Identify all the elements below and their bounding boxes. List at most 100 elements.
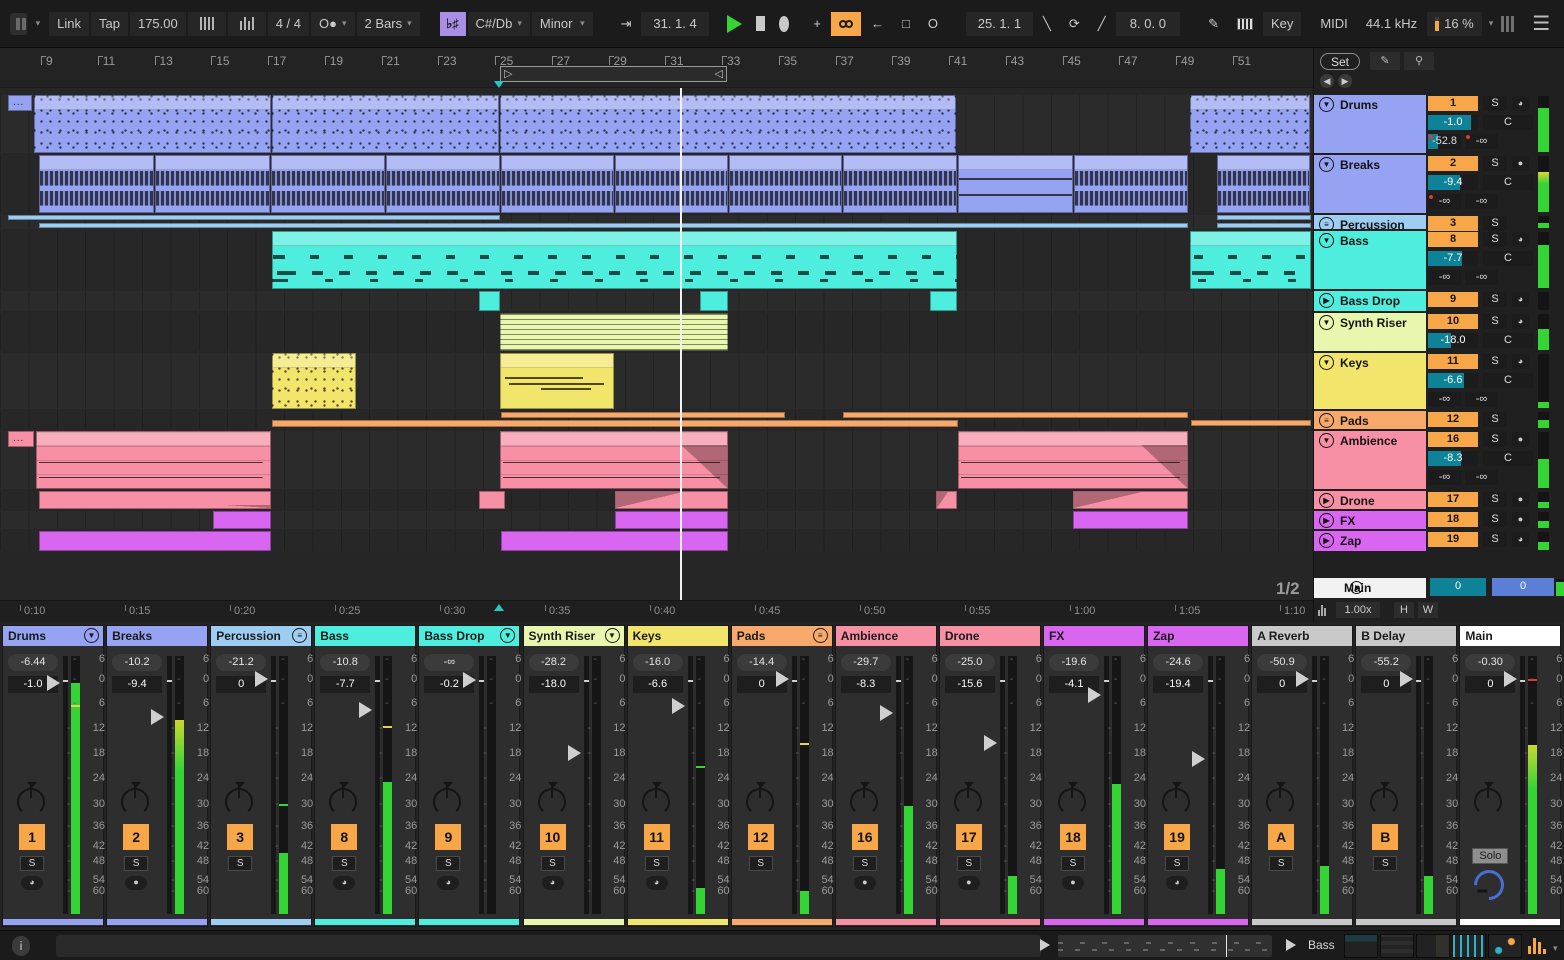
arm-icon[interactable]: ● xyxy=(1512,432,1529,447)
track-activator-button[interactable]: 12 xyxy=(747,824,774,850)
set-marker-button[interactable]: Set xyxy=(1320,53,1360,70)
clip[interactable] xyxy=(36,431,271,489)
device-thumbnail[interactable] xyxy=(1344,934,1378,958)
solo-button[interactable]: S xyxy=(332,856,357,871)
bar-ruler[interactable]: 9 11 13 15 17 19 21 23 25 27 29 31 33 35 37 39 41 43 45 47 4… xyxy=(0,48,1313,88)
clip[interactable] xyxy=(936,491,957,509)
punch-out-icon[interactable]: ╱ xyxy=(1090,12,1114,36)
peak-level-readout[interactable]: -6.44 xyxy=(8,654,58,671)
group-icon[interactable]: ≡ xyxy=(1319,217,1334,232)
clip[interactable]: ... xyxy=(8,431,34,447)
track-number-box[interactable]: 2 xyxy=(1428,156,1478,171)
device-thumbnail[interactable] xyxy=(1488,934,1522,958)
clip[interactable] xyxy=(958,431,1188,489)
clip[interactable] xyxy=(1217,155,1310,213)
fader-value-field[interactable]: -18.0 xyxy=(528,676,579,693)
main-track-header[interactable]: Main 0 0 xyxy=(1314,578,1564,598)
track-number-box[interactable]: 9 xyxy=(1428,292,1478,307)
pan-knob[interactable] xyxy=(15,782,49,818)
solo-button[interactable]: S xyxy=(1483,232,1507,247)
fader-handle[interactable] xyxy=(359,702,373,719)
disclosure-icon[interactable]: ▼ xyxy=(1319,355,1334,370)
fold-icon[interactable]: ▼ xyxy=(500,628,516,643)
record-button[interactable] xyxy=(779,15,790,32)
fader-handle[interactable] xyxy=(567,745,581,761)
nudge-up-icon[interactable] xyxy=(227,11,266,36)
group-icon[interactable]: ≡ xyxy=(812,628,828,643)
solo-button[interactable]: S xyxy=(1483,432,1507,447)
track-header-fx[interactable]: ▶ FX 18 S ● xyxy=(1314,511,1564,529)
zoom-width-button[interactable]: W xyxy=(1418,602,1438,618)
track-number-box[interactable]: 3 xyxy=(1428,216,1478,231)
clip[interactable] xyxy=(501,531,728,551)
pan-icon[interactable]: ◕ xyxy=(1512,232,1529,247)
stop-button[interactable] xyxy=(755,16,766,31)
send-box[interactable]: -∞ xyxy=(1428,392,1461,407)
solo-button[interactable]: S xyxy=(1483,412,1507,427)
track-name-area[interactable]: ▼ Drums xyxy=(1314,95,1426,153)
scale-toggle-button[interactable]: ♭♯ xyxy=(439,11,466,36)
mixer-channel-b-delay[interactable]: B Delay-55.20606121824303642485460BS xyxy=(1355,625,1458,927)
disclosure-icon[interactable]: ▼ xyxy=(1319,233,1334,248)
send-box[interactable]: -∞ xyxy=(1428,194,1461,209)
automation-mode-button[interactable]: O xyxy=(920,12,946,36)
mixer-channel-name[interactable]: Pads ≡ xyxy=(731,626,832,646)
mixer-channel-drums[interactable]: Drums▼-6.44-1.06061218243036424854601S◕ xyxy=(2,625,105,927)
peak-level-readout[interactable]: -∞ xyxy=(424,654,475,671)
peak-level-readout[interactable]: -28.2 xyxy=(528,654,579,671)
pan-knob[interactable] xyxy=(744,782,778,818)
back-to-arrangement-button[interactable]: ← xyxy=(863,12,892,36)
track-header-breaks[interactable]: ▼ Breaks 2 S ● -9.4 C -∞ -∞ xyxy=(1314,155,1564,213)
peak-level-readout[interactable]: -55.2 xyxy=(1361,654,1412,671)
track-activator-button[interactable]: 10 xyxy=(539,824,566,850)
peak-level-readout[interactable]: -14.4 xyxy=(736,654,787,671)
solo-button[interactable]: S xyxy=(1483,354,1507,369)
peak-level-readout[interactable]: -21.2 xyxy=(216,654,267,671)
clip[interactable] xyxy=(272,420,958,427)
clip[interactable] xyxy=(700,291,728,311)
pan-knob[interactable] xyxy=(431,782,465,818)
clip[interactable] xyxy=(843,155,957,213)
pan-knob[interactable] xyxy=(1160,782,1194,818)
clip[interactable] xyxy=(155,155,270,213)
pan-knob[interactable] xyxy=(1472,782,1506,818)
solo-button[interactable]: S xyxy=(1483,156,1507,171)
track-activator-button[interactable]: 1 xyxy=(19,824,45,850)
mixer-channel-name[interactable]: Main xyxy=(1460,626,1561,646)
fader-handle[interactable] xyxy=(1192,750,1206,767)
pan-icon[interactable]: ◕ xyxy=(1512,292,1529,307)
clip[interactable] xyxy=(272,353,356,409)
mixer-channel-name[interactable]: Bass xyxy=(315,626,416,646)
fader-value-field[interactable]: -6.6 xyxy=(632,676,683,693)
scale-name-menu[interactable]: Minor ▾ xyxy=(531,11,593,36)
solo-button[interactable]: S xyxy=(956,856,981,871)
mixer-channel-percussion[interactable]: Percussion≡-21.206061218243036424854603S xyxy=(210,625,313,927)
clip-preview-play-icon[interactable] xyxy=(1040,939,1050,951)
mixer-channel-a-reverb[interactable]: A Reverb-50.90606121824303642485460AS xyxy=(1251,625,1354,927)
track-header-percussion[interactable]: ≡ Percussion 3 S xyxy=(1314,215,1564,232)
solo-button[interactable]: S xyxy=(1483,492,1507,507)
solo-button[interactable]: S xyxy=(20,856,44,871)
fader-handle[interactable] xyxy=(47,675,60,691)
mixer-channel-name[interactable]: Bass Drop ▼ xyxy=(419,626,520,646)
pan-icon[interactable]: ◕ xyxy=(1512,314,1529,329)
track-name-area[interactable]: ≡ Pads xyxy=(1314,411,1426,429)
clip[interactable] xyxy=(500,313,728,351)
clip[interactable] xyxy=(500,353,614,409)
root-note-menu[interactable]: C#/Db ▾ xyxy=(467,11,530,36)
send-box[interactable]: -∞ xyxy=(1465,392,1498,407)
clip[interactable] xyxy=(1074,155,1188,213)
volume-box[interactable]: -18.0 xyxy=(1428,333,1478,348)
arrangement-view[interactable]: 9 11 13 15 17 19 21 23 25 27 29 31 33 35 37 39 41 43 45 47 4… xyxy=(0,48,1313,622)
clip[interactable] xyxy=(615,155,728,213)
peak-level-readout[interactable]: -24.6 xyxy=(1153,654,1204,671)
pan-knob[interactable] xyxy=(327,782,361,818)
pan-box[interactable]: C xyxy=(1483,333,1533,348)
clip[interactable] xyxy=(39,531,271,551)
draw-mode-button[interactable] xyxy=(830,11,861,36)
clip[interactable] xyxy=(479,491,505,509)
track-name-area[interactable]: ▶ Zap xyxy=(1314,531,1426,551)
mixer-channel-breaks[interactable]: Breaks -10.2 -9.4 606121824303642485460 2 S ● xyxy=(106,625,209,927)
pan-box[interactable]: C xyxy=(1483,373,1533,388)
pan-knob[interactable] xyxy=(1264,782,1298,818)
